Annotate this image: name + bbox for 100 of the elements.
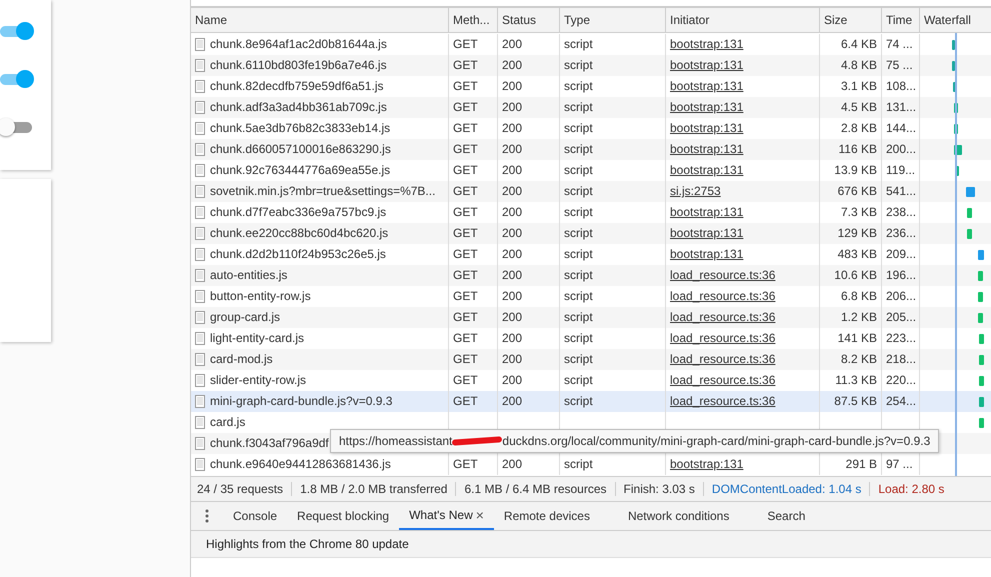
method-text: GET — [453, 268, 478, 282]
initiator-link[interactable]: load_resource.ts:36 — [670, 331, 776, 345]
method-text: GET — [453, 247, 478, 261]
status-text: 200 — [502, 373, 522, 387]
file-name[interactable]: group-card.js — [210, 307, 280, 328]
drawer-tab[interactable]: Search — [757, 502, 816, 530]
file-icon — [195, 227, 205, 240]
file-name[interactable]: slider-entity-row.js — [210, 370, 306, 391]
initiator-link[interactable]: load_resource.ts:36 — [670, 394, 776, 408]
time-text: 75 ... — [886, 58, 913, 72]
method-text: GET — [453, 226, 478, 240]
initiator-link[interactable]: bootstrap:131 — [670, 79, 744, 93]
method-text: GET — [453, 121, 478, 135]
initiator-link[interactable]: bootstrap:131 — [670, 100, 744, 114]
method-text: GET — [453, 79, 478, 93]
file-icon — [195, 248, 205, 261]
time-text: 205... — [886, 310, 916, 324]
method-text: GET — [453, 352, 478, 366]
column-header[interactable]: Name — [191, 8, 448, 32]
toggle-switch[interactable] — [0, 22, 35, 40]
file-name[interactable]: mini-graph-card-bundle.js?v=0.9.3 — [210, 391, 392, 412]
initiator-link[interactable]: load_resource.ts:36 — [670, 373, 776, 387]
file-icon — [195, 38, 205, 51]
highlighted-row[interactable]: mini-graph-card-bundle.js?v=0.9.3 GET 200 script load_resource.ts:36 87.5 KB 254... — [191, 391, 991, 412]
file-icon — [195, 458, 205, 471]
type-text: script — [564, 226, 593, 240]
time-text: 209... — [886, 247, 916, 261]
drawer-tab[interactable]: Network conditions — [618, 502, 758, 530]
toggle-switch[interactable] — [0, 70, 35, 88]
file-name[interactable]: chunk.8e964af1ac2d0b81644a.js — [210, 34, 387, 55]
column-header[interactable]: Meth... — [448, 8, 497, 32]
close-icon[interactable]: × — [476, 507, 484, 523]
column-header[interactable]: Status — [497, 8, 559, 32]
status-text: 200 — [502, 163, 522, 177]
file-name[interactable]: chunk.d2d2b110f24b953c26e5.js — [210, 244, 386, 265]
file-name[interactable]: card-mod.js — [210, 349, 273, 370]
initiator-link[interactable]: bootstrap:131 — [670, 142, 744, 156]
initiator-link[interactable]: bootstrap:131 — [670, 226, 744, 240]
file-icon — [195, 206, 205, 219]
file-name[interactable]: light-entity-card.js — [210, 328, 304, 349]
menu-icon[interactable] — [205, 509, 209, 523]
method-text: GET — [453, 289, 478, 303]
initiator-link[interactable]: bootstrap:131 — [670, 121, 744, 135]
file-icon — [195, 353, 205, 366]
initiator-link[interactable]: bootstrap:131 — [670, 457, 744, 471]
file-name[interactable]: chunk.6110bd803fe19b6a7e46.js — [210, 55, 387, 76]
summary-text: 6.1 MB / 6.4 MB resources — [455, 482, 615, 496]
file-name[interactable]: sovetnik.min.js?mbr=true&settings=%7B... — [210, 181, 436, 202]
type-text: script — [564, 457, 593, 471]
method-text: GET — [453, 373, 478, 387]
drawer-heading: Highlights from the Chrome 80 update — [206, 537, 409, 551]
time-text: 108... — [886, 79, 916, 93]
method-text: GET — [453, 58, 478, 72]
column-header[interactable]: Waterfall — [919, 8, 991, 32]
file-name[interactable]: card.js — [210, 412, 246, 433]
file-icon — [195, 332, 205, 345]
file-name[interactable]: button-entity-row.js — [210, 286, 311, 307]
status-text: 200 — [502, 205, 522, 219]
method-text: GET — [453, 184, 478, 198]
drawer-tab[interactable]: Console — [223, 502, 288, 530]
method-text: GET — [453, 394, 478, 408]
time-text: 238... — [886, 205, 916, 219]
column-header[interactable]: Size — [819, 8, 881, 32]
drawer-tab[interactable]: Request blocking — [287, 502, 400, 530]
size-text: 291 B — [846, 457, 877, 471]
initiator-link[interactable]: si.js:2753 — [670, 184, 721, 198]
type-text: script — [564, 268, 593, 282]
file-name[interactable]: chunk.ee220cc88bc60d4bc620.js — [210, 223, 388, 244]
file-name[interactable]: chunk.d660057100016e863290.js — [210, 139, 391, 160]
size-text: 4.5 KB — [840, 100, 877, 114]
initiator-link[interactable]: bootstrap:131 — [670, 37, 744, 51]
file-name[interactable]: chunk.adf3a3ad4bb361ab709c.js — [210, 97, 387, 118]
initiator-link[interactable]: load_resource.ts:36 — [670, 268, 776, 282]
initiator-link[interactable]: bootstrap:131 — [670, 247, 744, 261]
status-text: 200 — [502, 268, 522, 282]
initiator-link[interactable]: bootstrap:131 — [670, 205, 744, 219]
initiator-link[interactable]: load_resource.ts:36 — [670, 289, 776, 303]
file-icon — [195, 290, 205, 303]
initiator-link[interactable]: bootstrap:131 — [670, 163, 744, 177]
status-text: 200 — [502, 226, 522, 240]
column-header[interactable]: Type — [559, 8, 665, 32]
initiator-link[interactable]: load_resource.ts:36 — [670, 352, 776, 366]
column-header[interactable]: Initiator — [665, 8, 819, 32]
file-name[interactable]: chunk.5ae3db76b82c3833eb14.js — [210, 118, 390, 139]
file-name[interactable]: chunk.82decdfb759e59df6a51.js — [210, 76, 384, 97]
initiator-link[interactable]: load_resource.ts:36 — [670, 310, 776, 324]
type-text: script — [564, 58, 593, 72]
initiator-link[interactable]: bootstrap:131 — [670, 58, 744, 72]
size-text: 10.6 KB — [834, 268, 877, 282]
size-text: 6.4 KB — [840, 37, 877, 51]
column-header[interactable]: Time — [881, 8, 919, 32]
drawer-tab[interactable]: Remote devices — [494, 502, 618, 530]
status-text: 200 — [502, 289, 522, 303]
file-name[interactable]: chunk.d7f7eabc336e9a757bc9.js — [210, 202, 386, 223]
file-name[interactable]: auto-entities.js — [210, 265, 288, 286]
file-name[interactable]: chunk.e9640e94412863681436.js — [210, 454, 391, 475]
file-icon — [195, 164, 205, 177]
file-name[interactable]: chunk.92c763444776a69ea55e.js — [210, 160, 390, 181]
time-text: 218... — [886, 352, 916, 366]
file-name[interactable]: chunk.f3043af796a9df — [210, 433, 329, 454]
